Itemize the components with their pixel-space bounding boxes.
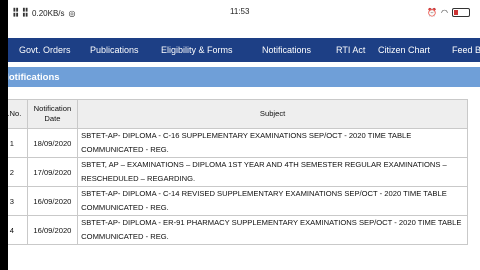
col-subject: Subject — [77, 99, 468, 129]
nav-govt-orders[interactable]: Govt. Orders — [19, 45, 71, 55]
nav-citizen-chart[interactable]: Citizen Chart — [378, 45, 430, 55]
alarm-icon: ⏰ — [427, 8, 438, 17]
status-bar: ▮▮ ▮▮ ▮▮ ▮▮ 0.20KB/s ◎ 11:53 ⏰ ◠ — [8, 0, 480, 25]
main-nav: Govt. Orders Publications Eligibility & … — [8, 38, 480, 62]
row-subject-link[interactable]: SBTET, AP – EXAMINATIONS – DIPLOMA 1ST Y… — [77, 157, 468, 187]
table-row[interactable]: 4 16/09/2020 SBTET-AP- DIPLOMA - ER-91 P… — [8, 215, 468, 245]
clock: 11:53 — [230, 7, 250, 16]
row-date: 18/09/2020 — [26, 128, 79, 158]
row-subject-link[interactable]: SBTET-AP- DIPLOMA - ER-91 PHARMACY SUPPL… — [77, 215, 468, 245]
section-title: Notifications — [8, 72, 60, 83]
browser-screen: ▮▮ ▮▮ ▮▮ ▮▮ 0.20KB/s ◎ 11:53 ⏰ ◠ Govt. Ord… — [8, 0, 480, 270]
col-date: Notification Date — [26, 99, 79, 129]
nav-eligibility-forms[interactable]: Eligibility & Forms — [161, 45, 233, 55]
row-sno: 4 — [8, 215, 28, 245]
notifications-table: S.No. Notification Date Subject 1 18/09/… — [8, 99, 468, 245]
whatsapp-icon: ◎ — [68, 8, 76, 18]
row-date: 17/09/2020 — [26, 157, 79, 187]
battery-icon — [452, 8, 470, 17]
row-date: 16/09/2020 — [26, 186, 79, 216]
row-sno: 2 — [8, 157, 28, 187]
section-header: Notifications — [8, 67, 480, 87]
battery-level — [454, 10, 459, 15]
signal-icon: ▮▮ ▮▮ — [13, 7, 19, 18]
nav-rti-act[interactable]: RTI Act — [336, 45, 365, 55]
nav-publications[interactable]: Publications — [90, 45, 139, 55]
row-sno: 1 — [8, 128, 28, 158]
table-header-row: S.No. Notification Date Subject — [8, 99, 468, 129]
table-row[interactable]: 2 17/09/2020 SBTET, AP – EXAMINATIONS – … — [8, 157, 468, 187]
row-date: 16/09/2020 — [26, 215, 79, 245]
table-row[interactable]: 1 18/09/2020 SBTET-AP- DIPLOMA - C-16 SU… — [8, 128, 468, 158]
table-row[interactable]: 3 16/09/2020 SBTET-AP- DIPLOMA - C-14 RE… — [8, 186, 468, 216]
signal-icon-2: ▮▮ ▮▮ — [22, 7, 29, 18]
nav-notifications[interactable]: Notifications — [262, 45, 311, 55]
row-subject-link[interactable]: SBTET-AP- DIPLOMA - C-16 SUPPLEMENTARY E… — [77, 128, 468, 158]
status-left: ▮▮ ▮▮ ▮▮ ▮▮ 0.20KB/s ◎ — [13, 8, 75, 18]
nav-feedback[interactable]: Feed Ba — [452, 45, 480, 55]
status-right: ⏰ ◠ — [427, 8, 470, 17]
wifi-icon: ◠ — [441, 8, 448, 17]
network-speed: 0.20KB/s — [32, 8, 65, 18]
row-sno: 3 — [8, 186, 28, 216]
col-sno: S.No. — [8, 99, 28, 129]
row-subject-link[interactable]: SBTET-AP- DIPLOMA - C-14 REVISED SUPPLEM… — [77, 186, 468, 216]
